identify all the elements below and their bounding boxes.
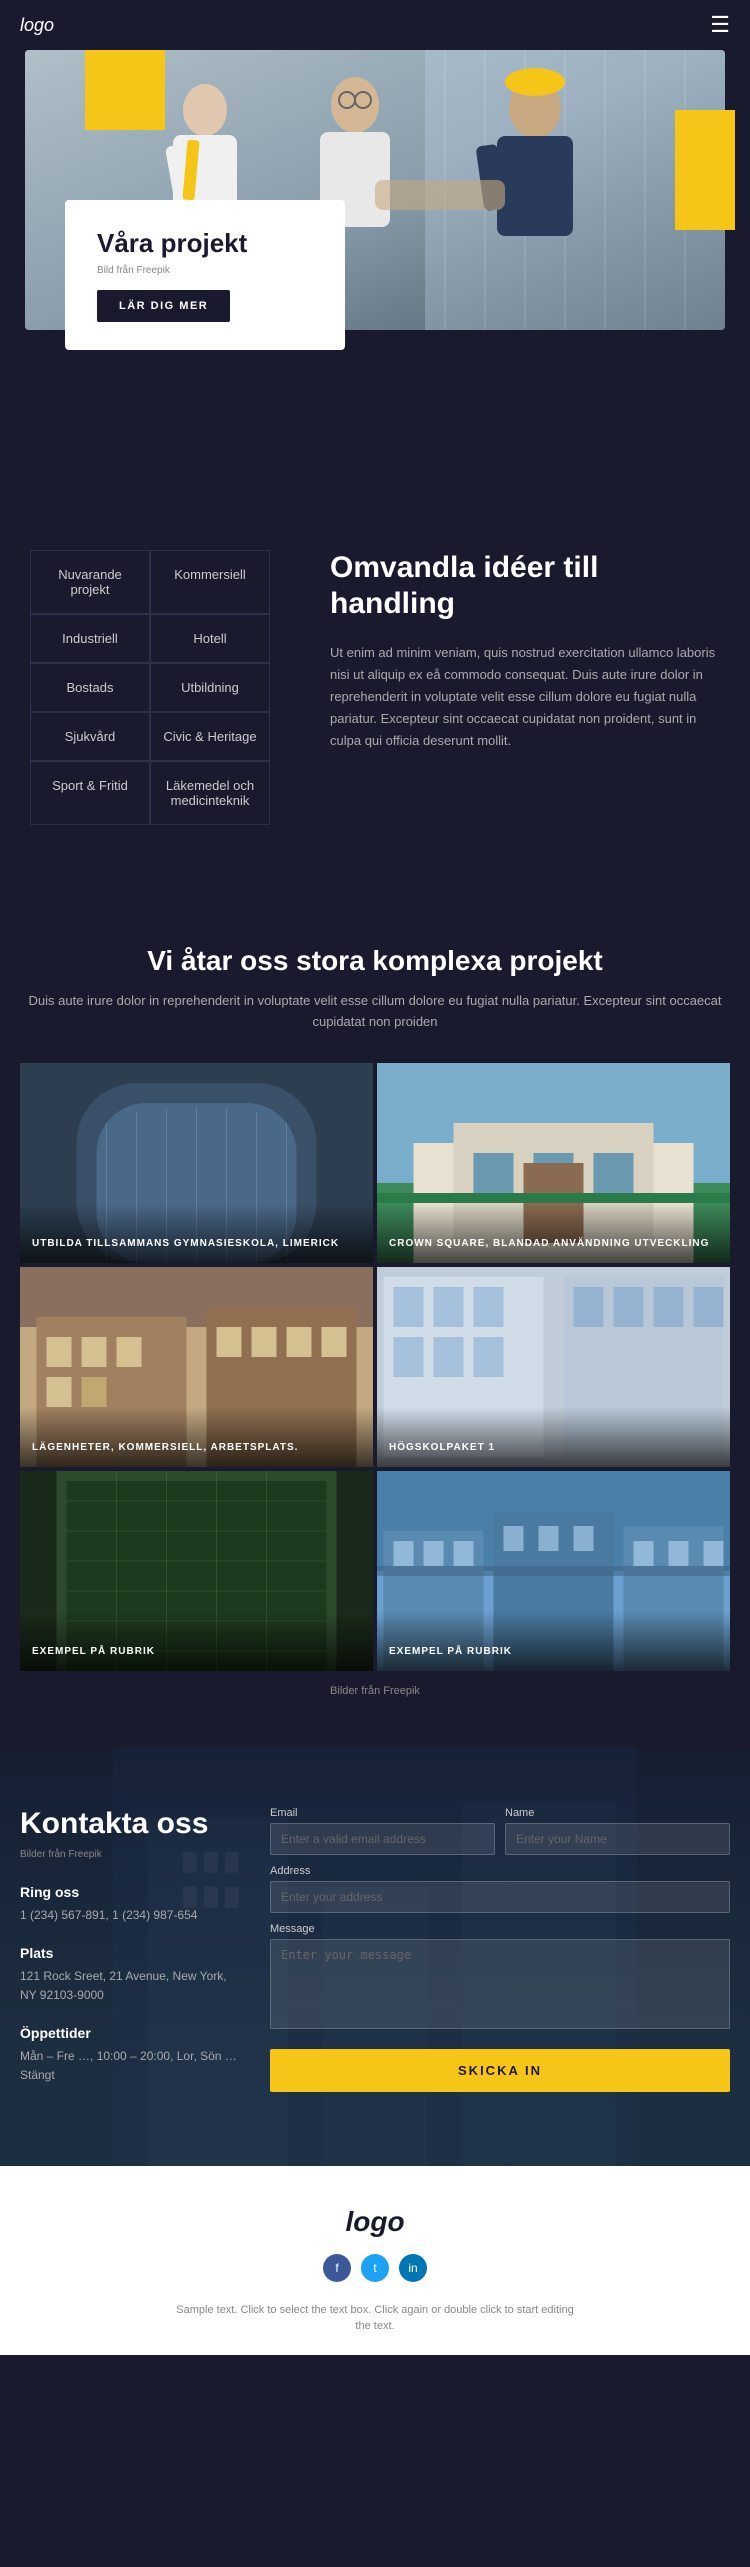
address-input[interactable] [270, 1881, 730, 1913]
menu-icon[interactable]: ☰ [710, 12, 730, 38]
service-item-3[interactable]: Hotell [150, 614, 270, 663]
project-card-3[interactable]: HÖGSKOLPAKET 1 [377, 1267, 730, 1467]
project-label-text: CROWN SQUARE, BLANDAD ANVÄNDNING UTVECKL… [389, 1238, 709, 1249]
yellow-accent-right [675, 110, 735, 230]
hours-text: Mån – Fre …, 10:00 – 20:00, Lor, Sön … S… [20, 2047, 240, 2085]
message-field-group: Message [270, 1923, 730, 2029]
projects-subtitle: Duis aute irure dolor in reprehenderit i… [20, 991, 730, 1033]
project-label: HÖGSKOLPAKET 1 [377, 1407, 730, 1467]
name-field-group: Name [505, 1807, 730, 1855]
services-body: Ut enim ad minim veniam, quis nostrud ex… [330, 642, 720, 752]
projects-grid: UTBILDA TILLSAMMANS GYMNASIESKOLA, LIMER… [20, 1063, 730, 1671]
hero-section: Våra projekt Bild från Freepik LÄR DIG M… [0, 50, 750, 470]
project-label: EXEMPEL PÅ RUBRIK [377, 1611, 730, 1671]
contact-form: Email Name Address Message SKICKA IN [270, 1807, 730, 2106]
service-item-2[interactable]: Industriell [30, 614, 150, 663]
contact-credit: Bilder från Freepik [20, 1849, 240, 1860]
form-row-2: Address [270, 1865, 730, 1913]
hero-cta-button[interactable]: LÄR DIG MER [97, 290, 230, 322]
contact-hours-block: Öppettider Mån – Fre …, 10:00 – 20:00, L… [20, 2025, 240, 2085]
services-cta-button[interactable]: LÄR DIG MER [330, 780, 479, 816]
project-card-2[interactable]: LÄGENHETER, KOMMERSIELL, ARBETSPLATS. [20, 1267, 373, 1467]
name-input[interactable] [505, 1823, 730, 1855]
project-label: UTBILDA TILLSAMMANS GYMNASIESKOLA, LIMER… [20, 1203, 373, 1263]
email-field-group: Email [270, 1807, 495, 1855]
service-item-1[interactable]: Kommersiell [150, 550, 270, 614]
yellow-accent-top [85, 50, 165, 130]
services-grid: Nuvarande projektKommersiellIndustriellH… [30, 550, 270, 825]
address-label: Address [270, 1865, 730, 1877]
form-row-3: Message [270, 1923, 730, 2029]
logo: logo [20, 15, 54, 36]
linkedin-icon[interactable]: in [399, 2254, 427, 2282]
service-item-6[interactable]: Sjukvård [30, 712, 150, 761]
project-card-0[interactable]: UTBILDA TILLSAMMANS GYMNASIESKOLA, LIMER… [20, 1063, 373, 1263]
message-label: Message [270, 1923, 730, 1935]
service-item-0[interactable]: Nuvarande projekt [30, 550, 150, 614]
contact-section: Kontakta oss Bilder från Freepik Ring os… [0, 1747, 750, 2166]
services-content: Omvandla idéer till handling Ut enim ad … [310, 550, 720, 825]
email-label: Email [270, 1807, 495, 1819]
project-label: CROWN SQUARE, BLANDAD ANVÄNDNING UTVECKL… [377, 1203, 730, 1263]
project-label: LÄGENHETER, KOMMERSIELL, ARBETSPLATS. [20, 1407, 373, 1467]
submit-button[interactable]: SKICKA IN [270, 2049, 730, 2092]
hero-credit: Bild från Freepik [97, 265, 313, 276]
message-textarea[interactable] [270, 1939, 730, 2029]
project-label-text: EXEMPEL PÅ RUBRIK [389, 1646, 512, 1657]
phone-number: 1 (234) 567-891, 1 (234) 987-654 [20, 1906, 240, 1925]
address-text: 121 Rock Sreet, 21 Avenue, New York, NY … [20, 1967, 240, 2005]
contact-heading: Kontakta oss [20, 1807, 240, 1841]
service-item-7[interactable]: Civic & Heritage [150, 712, 270, 761]
contact-left: Kontakta oss Bilder från Freepik Ring os… [20, 1807, 240, 2106]
services-heading: Omvandla idéer till handling [330, 550, 720, 622]
form-row-1: Email Name [270, 1807, 730, 1855]
projects-section: Vi åtar oss stora komplexa projekt Duis … [0, 885, 750, 1747]
hero-card: Våra projekt Bild från Freepik LÄR DIG M… [65, 200, 345, 350]
contact-address-block: Plats 121 Rock Sreet, 21 Avenue, New Yor… [20, 1945, 240, 2005]
twitter-icon[interactable]: t [361, 2254, 389, 2282]
social-icons: f t in [20, 2254, 730, 2282]
name-label: Name [505, 1807, 730, 1819]
hero-title: Våra projekt [97, 228, 313, 259]
footer-logo: logo [20, 2206, 730, 2238]
address-field-group: Address [270, 1865, 730, 1913]
service-item-4[interactable]: Bostads [30, 663, 150, 712]
project-label-text: UTBILDA TILLSAMMANS GYMNASIESKOLA, LIMER… [32, 1238, 339, 1249]
project-label-text: HÖGSKOLPAKET 1 [389, 1442, 495, 1453]
project-card-5[interactable]: EXEMPEL PÅ RUBRIK [377, 1471, 730, 1671]
project-label-text: LÄGENHETER, KOMMERSIELL, ARBETSPLATS. [32, 1442, 298, 1453]
contact-phone-block: Ring oss 1 (234) 567-891, 1 (234) 987-65… [20, 1884, 240, 1925]
facebook-icon[interactable]: f [323, 2254, 351, 2282]
header: logo ☰ [0, 0, 750, 50]
hours-heading: Öppettider [20, 2025, 240, 2041]
service-item-5[interactable]: Utbildning [150, 663, 270, 712]
project-card-4[interactable]: EXEMPEL PÅ RUBRIK [20, 1471, 373, 1671]
project-label-text: EXEMPEL PÅ RUBRIK [32, 1646, 155, 1657]
service-item-8[interactable]: Sport & Fritid [30, 761, 150, 825]
hero-image-container: Våra projekt Bild från Freepik LÄR DIG M… [25, 50, 725, 330]
email-input[interactable] [270, 1823, 495, 1855]
footer-note: Sample text. Click to select the text bo… [175, 2302, 575, 2335]
address-heading: Plats [20, 1945, 240, 1961]
footer: logo f t in Sample text. Click to select… [0, 2166, 750, 2355]
phone-heading: Ring oss [20, 1884, 240, 1900]
services-section: Nuvarande projektKommersiellIndustriellH… [0, 470, 750, 885]
project-label: EXEMPEL PÅ RUBRIK [20, 1611, 373, 1671]
service-item-9[interactable]: Läkemedel och medicinteknik [150, 761, 270, 825]
projects-heading: Vi åtar oss stora komplexa projekt [20, 945, 730, 977]
freepik-credit: Bilder från Freepik [20, 1685, 730, 1697]
project-card-1[interactable]: CROWN SQUARE, BLANDAD ANVÄNDNING UTVECKL… [377, 1063, 730, 1263]
